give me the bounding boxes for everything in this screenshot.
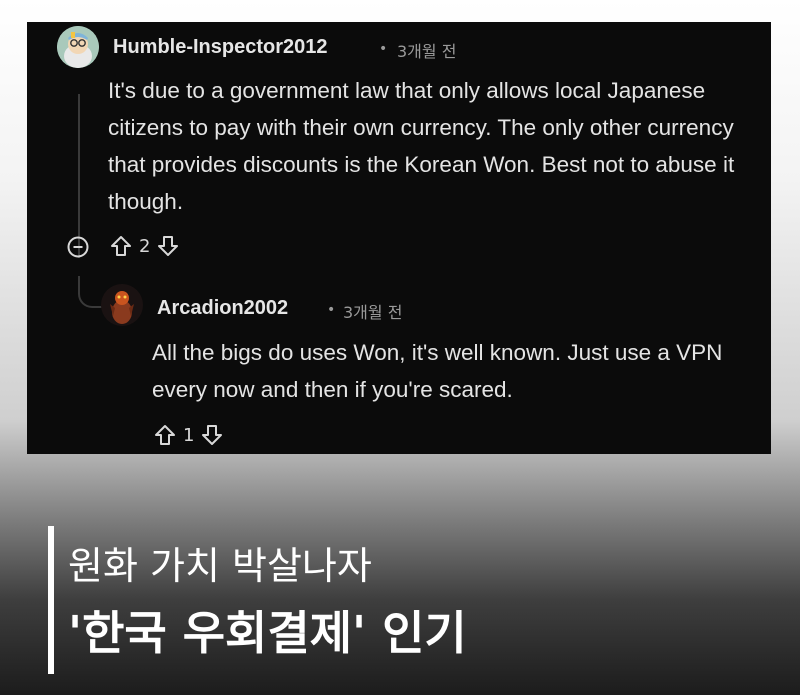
comment-username[interactable]: Humble-Inspector2012 xyxy=(113,36,328,59)
vote-count: 2 xyxy=(139,235,151,257)
comment-username[interactable]: Arcadion2002 xyxy=(157,297,288,320)
comment-body: All the bigs do uses Won, it's well know… xyxy=(152,340,723,402)
collapse-thread-icon[interactable] xyxy=(67,236,89,258)
separator-dot: • xyxy=(379,41,388,57)
comment-timestamp[interactable]: 3개월 전 xyxy=(397,38,456,62)
reddit-comment-thread: Humble-Inspector2012 • 3개월 전 It's due to… xyxy=(27,22,771,454)
avatar[interactable] xyxy=(101,284,143,326)
thread-line xyxy=(78,94,80,258)
comment-timestamp[interactable]: 3개월 전 xyxy=(343,299,402,323)
upvote-icon[interactable] xyxy=(153,423,177,447)
separator-dot: • xyxy=(327,302,336,318)
vote-count: 1 xyxy=(183,424,195,446)
upvote-icon[interactable] xyxy=(109,234,133,258)
avatar[interactable] xyxy=(57,26,99,68)
downvote-icon[interactable] xyxy=(156,234,180,258)
caption-accent-bar xyxy=(48,526,54,674)
comment-body: It's due to a government law that only a… xyxy=(108,78,735,214)
caption-headline: '한국 우회결제' 인기 xyxy=(68,606,467,660)
caption-subtitle: 원화 가치 박살나자 xyxy=(68,544,372,588)
downvote-icon[interactable] xyxy=(200,423,224,447)
vote-controls: 1 xyxy=(153,423,224,447)
vote-controls: 2 xyxy=(109,234,180,258)
